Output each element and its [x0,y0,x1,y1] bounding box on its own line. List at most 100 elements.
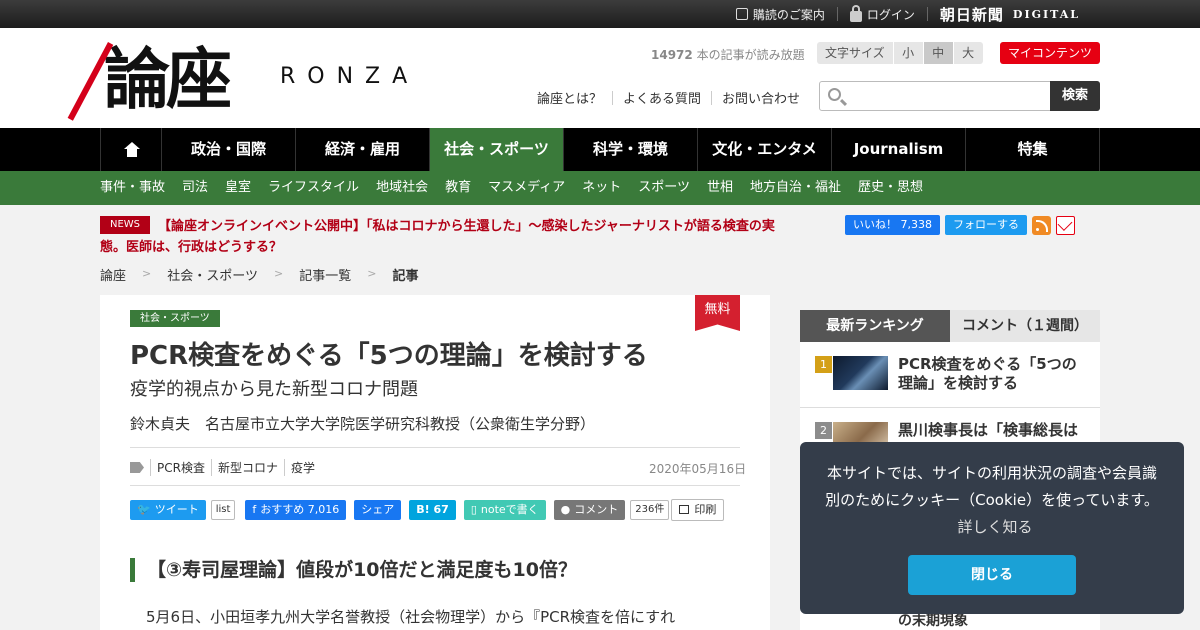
facebook-icon: f [252,503,257,516]
subnav-item[interactable]: マスメディア [488,171,565,205]
news-headline-link[interactable]: 【論座オンラインイベント公開中】「私はコロナから生還した」～感染したジャーナリス… [100,216,780,258]
article-date: 2020年05月16日 [649,462,747,476]
font-size-medium-button[interactable]: 中 [922,42,953,64]
category-label[interactable]: 社会・スポーツ [130,310,220,327]
note-button[interactable]: ▯ noteで書く [463,500,546,520]
tab-comments-week[interactable]: コメント（１週間） [950,310,1100,342]
subnav-item[interactable]: 事件・事故 [100,171,165,205]
readable-count: 14972 本の記事が読み放題 [651,48,805,62]
note-icon: ▯ [470,503,477,516]
subnav-item[interactable]: スポーツ [638,171,690,205]
list-button[interactable]: list [210,500,236,520]
site-header: 論座 RONZA 14972 本の記事が読み放題 文字サイズ 小 中 大 マイコ… [0,28,1200,128]
twitter-follow-button[interactable]: フォローする [945,215,1027,235]
free-badge: 無料 [695,295,740,331]
chevron-right-icon: > [367,267,377,280]
comment-count: 236件 [630,500,670,520]
tag-link[interactable]: 新型コロナ [210,459,284,476]
news-badge: NEWS [100,216,150,234]
cookie-message: 本サイトでは、サイトの利用状況の調査や会員識別のためにクッキー（Cookie）を… [825,464,1159,536]
tab-latest-ranking[interactable]: 最新ランキング [800,310,950,342]
main-nav: 政治・国際 経済・雇用 社会・スポーツ 科学・環境 文化・エンタメ Journa… [0,128,1200,171]
search-button[interactable]: 検索 [1050,81,1100,111]
tag-link[interactable]: 疫学 [283,459,321,476]
mail-icon[interactable] [1056,215,1075,235]
nav-home[interactable] [100,128,162,171]
login-link[interactable]: ログイン [849,4,915,23]
ranking-title: 黒川検事長は「検事総長は [898,421,1079,439]
chevron-right-icon: > [273,267,284,280]
breadcrumb-item[interactable]: 社会・スポーツ [167,265,258,284]
tag-list: PCR検査 新型コロナ 疫学 [130,459,321,476]
print-button[interactable]: 印刷 [671,499,725,521]
breadcrumb-item[interactable]: 記事一覧 [299,265,351,284]
home-icon [124,142,140,157]
article-body: 5月6日、小田垣孝九州大学名誉教授（社会物理学）から『PCR検査を倍にすれ [146,608,676,626]
cookie-banner: 本サイトでは、サイトの利用状況の調査や会員識別のためにクッキー（Cookie）を… [800,442,1184,614]
header-links: 論座とは？ よくある質問 お問い合わせ [537,88,810,107]
facebook-like-button[interactable]: いいね！ 7,338 [845,215,940,235]
divider [926,7,928,21]
search-icon [828,88,841,101]
chevron-right-icon: > [142,267,152,280]
top-bar: 購読のご案内 ログイン 朝日新聞 DIGITAL [0,0,1200,28]
subnav-item[interactable]: ライフスタイル [268,171,359,205]
subnav-item[interactable]: 地域社会 [376,171,428,205]
tag-link[interactable]: PCR検査 [150,459,211,476]
subnav-item[interactable]: ネット [582,171,621,205]
faq-link[interactable]: よくある質問 [613,88,711,107]
printer-icon [679,505,690,514]
search-input[interactable] [850,84,1045,108]
subscribe-link[interactable]: 購読のご案内 [735,6,825,23]
font-size-large-button[interactable]: 大 [952,42,983,64]
subnav-item[interactable]: 司法 [182,171,208,205]
nav-science[interactable]: 科学・環境 [564,128,698,171]
contact-link[interactable]: お問い合わせ [712,88,810,107]
asahi-digital-logo[interactable]: 朝日新聞 DIGITAL [940,4,1080,25]
breadcrumb-current: 記事 [392,269,419,284]
nav-features[interactable]: 特集 [966,128,1100,171]
speech-bubble-icon: ● [560,503,571,516]
article: 社会・スポーツ 無料 PCR検査をめぐる「5つの理論」を検討する 疫学的視点から… [100,295,770,630]
ranking-thumbnail [833,356,888,390]
subnav-item[interactable]: 教育 [445,171,471,205]
my-contents-button[interactable]: マイコンテンツ [1000,42,1100,64]
cookie-close-button[interactable]: 閉じる [908,555,1076,595]
facebook-share-button[interactable]: シェア [354,500,402,520]
article-subtitle: 疫学的視点から見た新型コロナ問題 [130,379,418,400]
facebook-recommend-button[interactable]: f おすすめ 7,016 [245,500,347,520]
section-heading: 【③寿司屋理論】値段が10倍だと満足度も10倍？ [130,558,577,582]
comment-button[interactable]: ● コメント [553,500,626,520]
nav-economy[interactable]: 経済・雇用 [296,128,430,171]
ronza-logo[interactable]: 論座 RONZA [67,36,444,122]
subnav-item[interactable]: 皇室 [225,171,251,205]
ranking-item[interactable]: 1 PCR検査をめぐる「5つの理論」を検討する [800,342,1100,408]
ranking-title: PCR検査をめぐる「5つの理論」を検討する [898,355,1077,392]
font-size-small-button[interactable]: 小 [892,42,923,64]
rank-number: 1 [815,356,832,373]
tweet-button[interactable]: 🐦 ツイート [130,500,206,520]
hatena-bookmark-button[interactable]: B! 67 [409,500,456,520]
nav-journalism[interactable]: Journalism [832,128,966,171]
search-box: 検索 [819,81,1100,111]
article-author[interactable]: 鈴木貞夫 名古屋市立大学大学院医学研究科教授（公衆衛生学分野） [130,413,595,434]
social-follow-bar: いいね！ 7,338 フォローする [845,215,1075,235]
rank-number: 2 [815,422,832,439]
article-title: PCR検査をめぐる「5つの理論」を検討する [130,341,648,371]
rss-icon[interactable] [1032,215,1051,235]
subnav-item[interactable]: 歴史・思想 [858,171,923,205]
divider [130,485,740,486]
subnav-item[interactable]: 地方自治・福祉 [750,171,841,205]
nav-society-sports[interactable]: 社会・スポーツ [430,128,564,171]
nav-culture[interactable]: 文化・エンタメ [698,128,832,171]
cookie-details-link[interactable]: 詳しく知る [957,518,1032,536]
twitter-bird-icon: 🐦 [137,503,151,516]
nav-politics[interactable]: 政治・国際 [162,128,296,171]
about-link[interactable]: 論座とは？ [537,88,612,107]
breadcrumb-item[interactable]: 論座 [100,265,126,284]
divider [130,447,740,448]
subnav-item[interactable]: 世相 [707,171,733,205]
sub-nav: 事件・事故 司法 皇室 ライフスタイル 地域社会 教育 マスメディア ネット ス… [0,171,1200,205]
tag-icon [130,462,144,473]
share-bar: 🐦 ツイート list f おすすめ 7,016 シェア B! 67 ▯ not… [130,499,725,521]
